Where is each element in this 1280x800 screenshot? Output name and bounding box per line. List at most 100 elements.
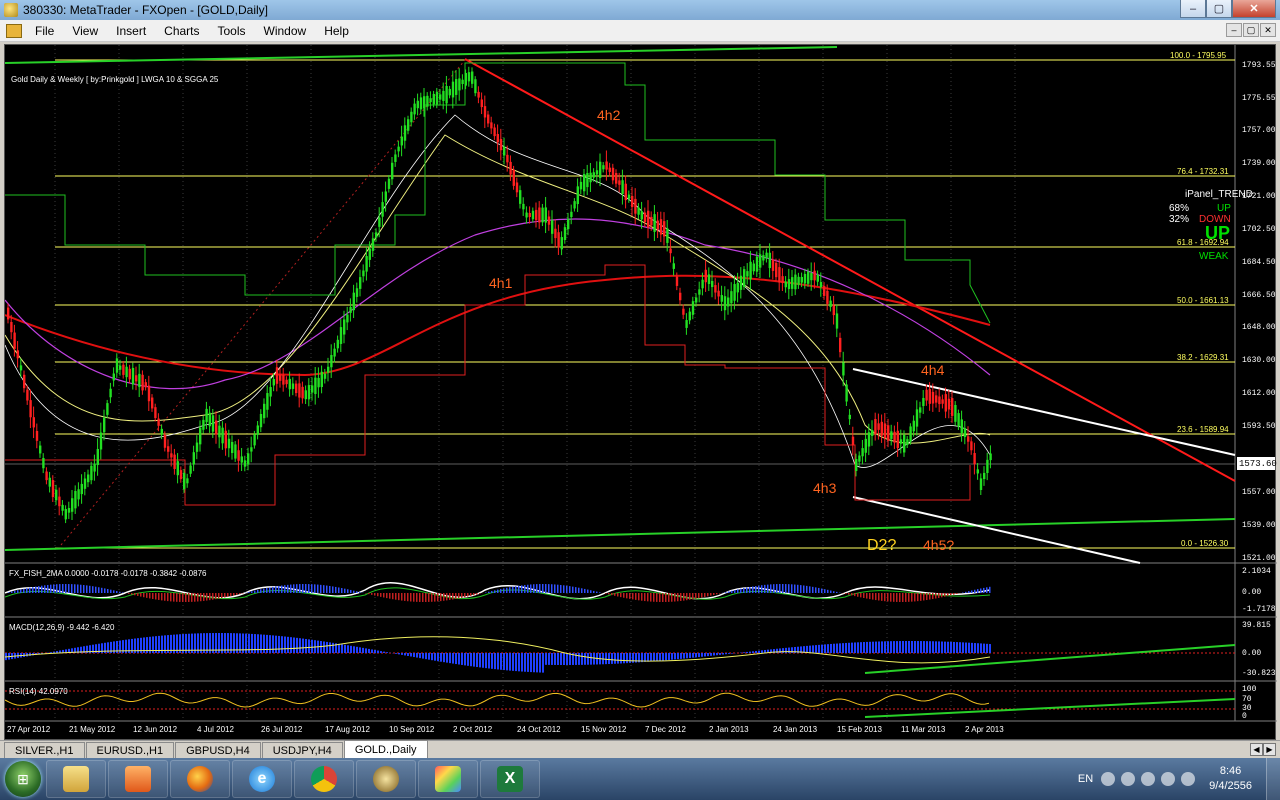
candle-body — [387, 178, 391, 189]
candle-body — [970, 441, 973, 451]
chart-document-icon[interactable] — [6, 23, 22, 38]
date-tick: 15 Feb 2013 — [837, 725, 882, 734]
candle-body — [362, 270, 365, 277]
clock[interactable]: 8:46 9/4/2556 — [1209, 764, 1252, 794]
tab-scroll-left-icon[interactable]: ◀ — [1250, 743, 1263, 756]
taskbar-chrome[interactable] — [294, 760, 354, 798]
taskbar-metatrader[interactable] — [356, 760, 416, 798]
menu-window[interactable]: Window — [255, 24, 316, 38]
fisher-histogram-bar — [659, 593, 661, 602]
show-desktop-button[interactable] — [1266, 758, 1280, 800]
macd-histogram-bar — [608, 653, 610, 665]
restore-button[interactable]: ▢ — [1206, 0, 1232, 18]
candle-body — [189, 465, 192, 474]
fisher-histogram-bar — [131, 593, 133, 595]
candle-body — [464, 73, 467, 86]
candle-body — [307, 385, 311, 400]
menu-tools[interactable]: Tools — [209, 24, 255, 38]
fisher-histogram-bar — [536, 584, 538, 593]
fisher-histogram-bar — [896, 593, 898, 602]
fisher-histogram-bar — [605, 593, 607, 594]
candle-body — [400, 136, 403, 146]
fisher-histogram-bar — [401, 593, 403, 601]
macd-histogram-bar — [818, 644, 820, 653]
fisher-histogram-bar — [473, 593, 475, 596]
taskbar-ie[interactable]: e — [232, 760, 292, 798]
candle-body — [64, 509, 67, 520]
fisher-histogram-bar — [317, 584, 319, 593]
macd-histogram-bar — [431, 653, 433, 661]
candle-body — [259, 413, 263, 428]
volume-icon[interactable] — [1181, 772, 1196, 786]
macd-histogram-bar — [539, 653, 541, 673]
fisher-histogram-bar — [413, 593, 415, 602]
fisher-histogram-bar — [731, 590, 733, 593]
taskbar-paint[interactable] — [418, 760, 478, 798]
tab-silver-h1[interactable]: SILVER.,H1 — [4, 742, 85, 758]
macd-histogram-bar — [290, 637, 292, 653]
gold-daily-chart[interactable]: Gold Daily & Weekly [ by:Prinkgold ] LWG… — [4, 44, 1277, 741]
fisher-histogram-bar — [560, 584, 562, 593]
candle-body — [240, 456, 243, 463]
macd-histogram-bar — [257, 634, 259, 653]
fisher-histogram-bar — [788, 584, 790, 593]
tab-scroll-right-icon[interactable]: ▶ — [1263, 743, 1276, 756]
fisher-histogram-bar — [704, 593, 706, 597]
tab-gold-daily[interactable]: GOLD.,Daily — [343, 740, 428, 758]
fisher-histogram-bar — [800, 585, 802, 593]
fisher-histogram-bar — [554, 584, 556, 593]
fisher-histogram-bar — [350, 589, 352, 593]
candle-body — [650, 216, 653, 226]
fisher-histogram-bar — [338, 587, 340, 593]
minimize-button[interactable]: – — [1180, 0, 1206, 18]
help-icon[interactable] — [1101, 772, 1116, 786]
price-tick: 1684.50 — [1242, 258, 1276, 267]
macd-histogram-bar — [563, 653, 565, 665]
fisher-histogram-bar — [530, 584, 532, 593]
macd-histogram-bar — [548, 653, 550, 665]
chart-canvas[interactable] — [5, 45, 1277, 741]
macd-histogram-bar — [887, 641, 889, 653]
language-indicator[interactable]: EN — [1078, 773, 1093, 785]
network-icon[interactable] — [1121, 772, 1136, 786]
menu-help[interactable]: Help — [315, 24, 358, 38]
fisher-histogram-bar — [440, 593, 442, 602]
taskbar-media-player[interactable] — [108, 760, 168, 798]
menu-charts[interactable]: Charts — [155, 24, 208, 38]
candle-body — [659, 219, 663, 235]
menu-insert[interactable]: Insert — [107, 24, 155, 38]
candle-body — [250, 447, 253, 452]
candle-body — [467, 72, 471, 82]
tab-gbpusd-h4[interactable]: GBPUSD,H4 — [175, 742, 261, 758]
candle-body — [647, 210, 650, 228]
candle-body — [867, 432, 871, 447]
taskbar-explorer[interactable] — [46, 760, 106, 798]
chart-restore-button[interactable]: ▢ — [1243, 23, 1259, 37]
chart-close-button[interactable]: ✕ — [1260, 23, 1276, 37]
start-button[interactable]: ⊞ — [0, 758, 46, 800]
chart-minimize-button[interactable]: – — [1226, 23, 1242, 37]
fisher-histogram-bar — [566, 585, 568, 593]
close-button[interactable]: ✕ — [1232, 0, 1276, 18]
candle-body — [887, 425, 890, 441]
menu-view[interactable]: View — [63, 24, 107, 38]
fisher-histogram-bar — [470, 593, 472, 596]
candle-body — [96, 448, 99, 466]
flag-icon[interactable] — [1141, 772, 1156, 786]
fisher-histogram-bar — [476, 593, 478, 595]
taskbar-excel[interactable]: X — [480, 760, 540, 798]
macd-histogram-bar — [926, 641, 928, 653]
candle-body — [919, 407, 922, 413]
taskbar-firefox[interactable] — [170, 760, 230, 798]
tab-usdjpy-h4[interactable]: USDJPY,H4 — [261, 742, 343, 758]
candle-body — [557, 232, 560, 248]
fisher-histogram-bar — [20, 589, 22, 593]
macd-histogram-bar — [809, 645, 811, 653]
display-icon[interactable] — [1161, 772, 1176, 786]
date-tick: 2 Apr 2013 — [965, 725, 1004, 734]
candle-body — [42, 457, 45, 469]
menu-file[interactable]: File — [26, 24, 63, 38]
tab-eurusd-h1[interactable]: EURUSD.,H1 — [85, 742, 175, 758]
metatrader-icon — [373, 766, 399, 792]
macd-histogram-bar — [680, 653, 682, 659]
